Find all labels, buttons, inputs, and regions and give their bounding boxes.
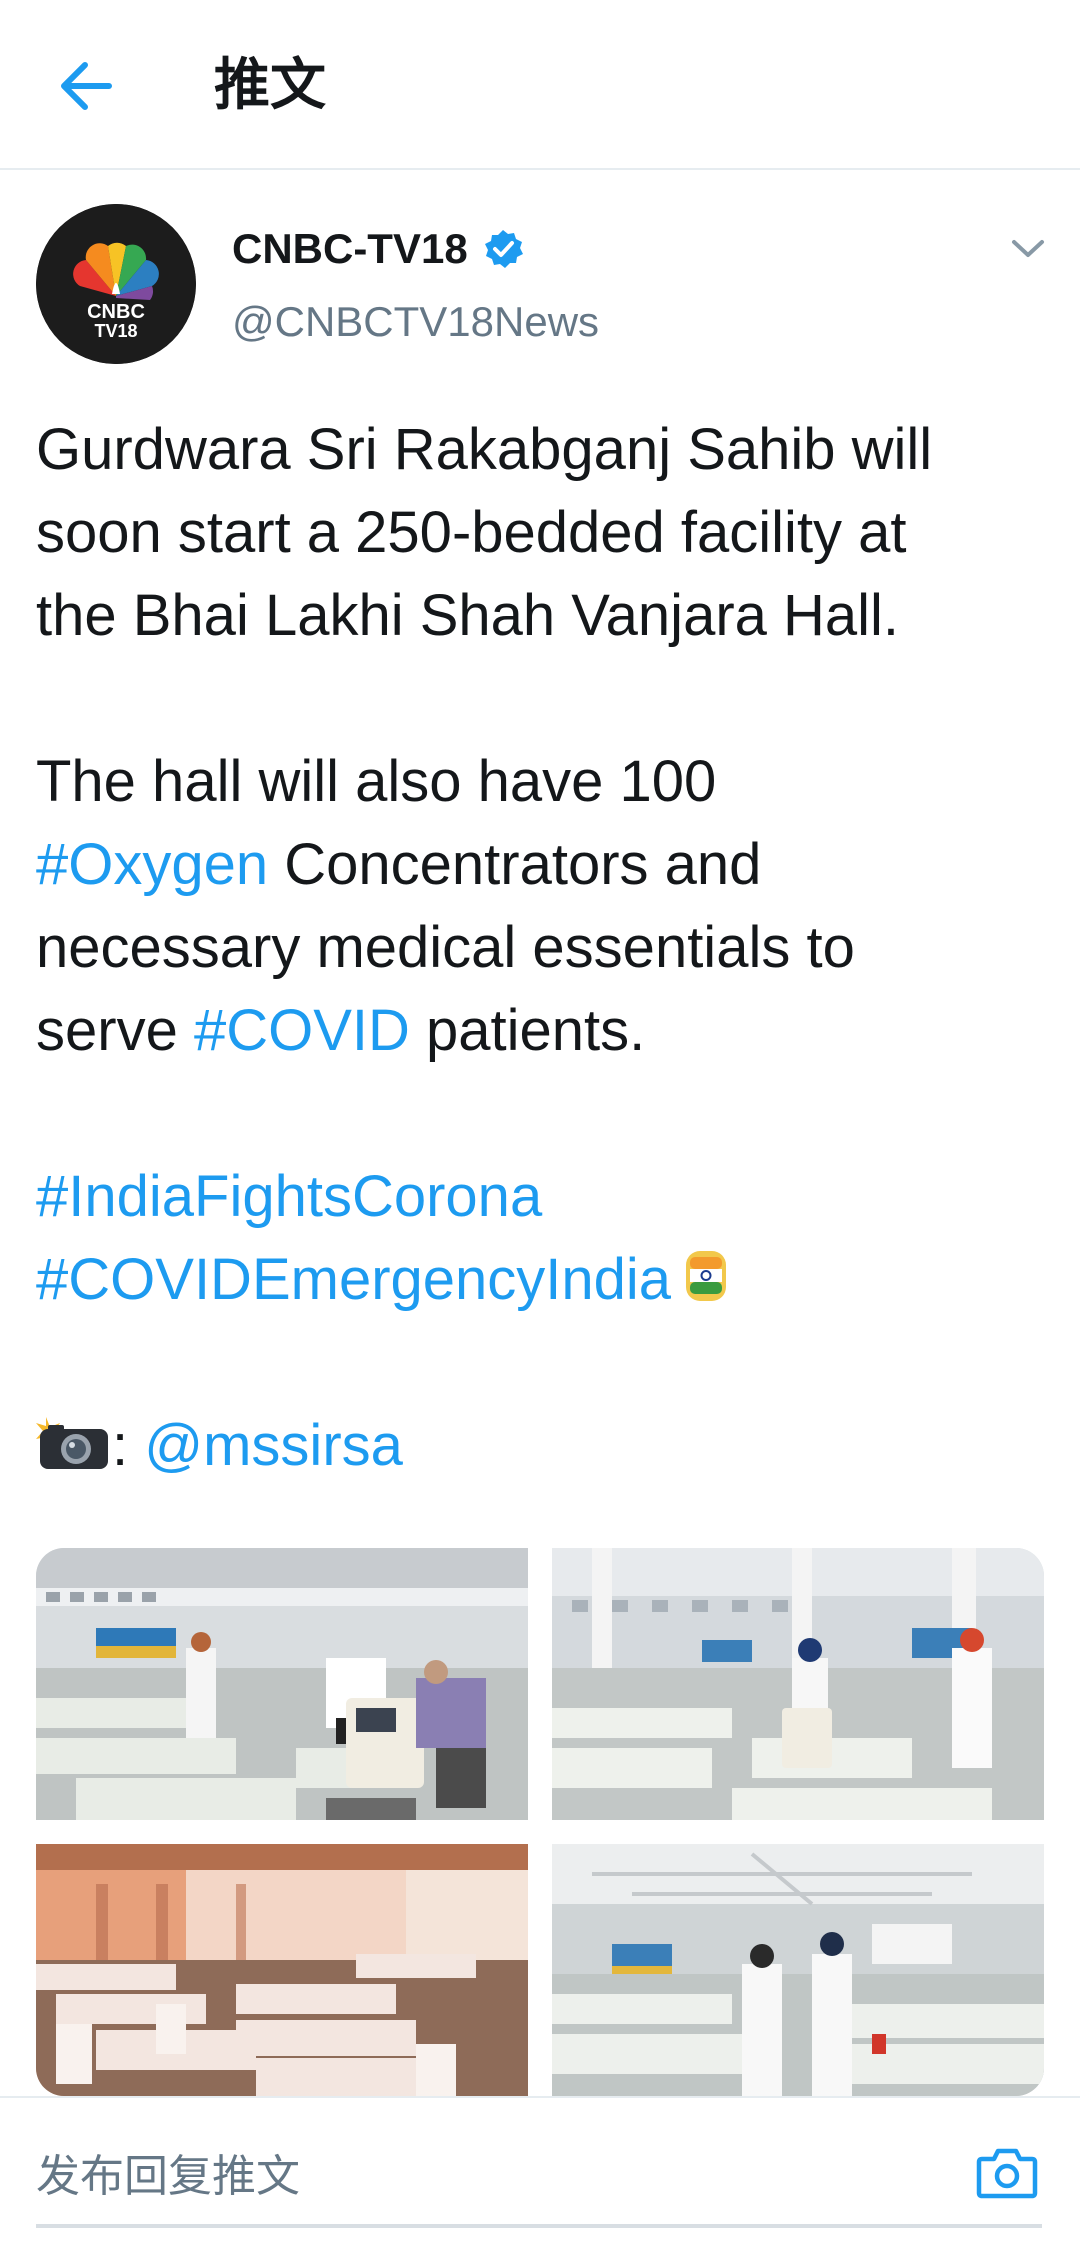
cnbc-peacock-logo-icon: CNBC TV18 xyxy=(36,204,196,364)
photo-hall-two-men-walking-icon xyxy=(552,1844,1044,2096)
hashtag-covid-link[interactable]: #COVID xyxy=(194,998,410,1063)
hashtag-oxygen-link[interactable]: #Oxygen xyxy=(36,832,268,897)
photo-hall-volunteers-icon xyxy=(552,1548,1044,1820)
back-button[interactable] xyxy=(40,44,130,128)
verified-badge-icon xyxy=(484,230,523,268)
avatar-text-top: CNBC xyxy=(87,301,145,323)
camera-button[interactable] xyxy=(972,2138,1042,2208)
tweet-line: Gurdwara Sri Rakabganj Sahib will xyxy=(36,417,933,482)
photo-hall-beds-warm-light-icon xyxy=(36,1844,528,2096)
hashtag-indiafightscorona-link[interactable]: #IndiaFightsCorona xyxy=(36,1164,542,1229)
tweet-line: #IndiaFightsCorona xyxy=(36,1155,1056,1238)
page-title: 推文 xyxy=(214,53,326,118)
author-name-row[interactable]: CNBC-TV18 xyxy=(232,222,524,276)
tweet-detail-page: 推文 CNBC TV18 CNBC-TV18 @CNBCTV18News Gur… xyxy=(0,0,1080,2250)
avatar-text-bottom: TV18 xyxy=(94,321,137,341)
tweet-line: soon start a 250-bedded facility at xyxy=(36,500,907,565)
india-flag-emoji-icon xyxy=(686,1251,727,1301)
author-handle[interactable]: @CNBCTV18News xyxy=(232,294,599,350)
photo-1[interactable] xyxy=(36,1548,528,1820)
tweet-line: : @mssirsa xyxy=(36,1404,1056,1487)
mention-mssirsa-link[interactable]: @mssirsa xyxy=(144,1413,403,1478)
photo-3[interactable] xyxy=(36,1844,528,2096)
tweet-text: Gurdwara Sri Rakabganj Sahib will soon s… xyxy=(36,408,1056,1487)
reply-input[interactable]: 发布回复推文 xyxy=(36,2142,936,2212)
tweet-line: #COVIDEmergencyIndia xyxy=(36,1238,1056,1321)
tweet-line: The hall will also have 100 xyxy=(36,749,717,814)
hashtag-covidemergencyindia-link[interactable]: #COVIDEmergencyIndia xyxy=(36,1247,671,1312)
author-name: CNBC-TV18 xyxy=(232,225,468,272)
camera-icon xyxy=(976,2148,1038,2199)
tweet-text-segment: serve xyxy=(36,998,194,1063)
photo-2[interactable] xyxy=(552,1548,1044,1820)
more-options-button[interactable] xyxy=(1000,226,1056,272)
media-grid xyxy=(36,1548,1044,2096)
tweet-line: #Oxygen Concentrators and xyxy=(36,823,1056,906)
tweet-text-segment: Concentrators and xyxy=(268,832,762,897)
avatar[interactable]: CNBC TV18 xyxy=(36,204,196,364)
reply-input-underline xyxy=(36,2224,1042,2228)
tweet-line: necessary medical essentials to xyxy=(36,915,855,980)
camera-flash-emoji-icon xyxy=(36,1417,108,1469)
photo-hall-oxygen-concentrator-icon xyxy=(36,1548,528,1820)
tweet-line: serve #COVID patients. xyxy=(36,989,1056,1072)
top-bar: 推文 xyxy=(0,0,1080,170)
photo-credit-separator: : xyxy=(112,1413,145,1478)
reply-bar: 发布回复推文 xyxy=(0,2096,1080,2250)
tweet-text-segment: patients. xyxy=(409,998,646,1063)
chevron-down-icon xyxy=(1012,240,1044,257)
photo-4[interactable] xyxy=(552,1844,1044,2096)
arrow-left-icon xyxy=(61,62,112,110)
tweet-line: the Bhai Lakhi Shah Vanjara Hall. xyxy=(36,583,900,648)
